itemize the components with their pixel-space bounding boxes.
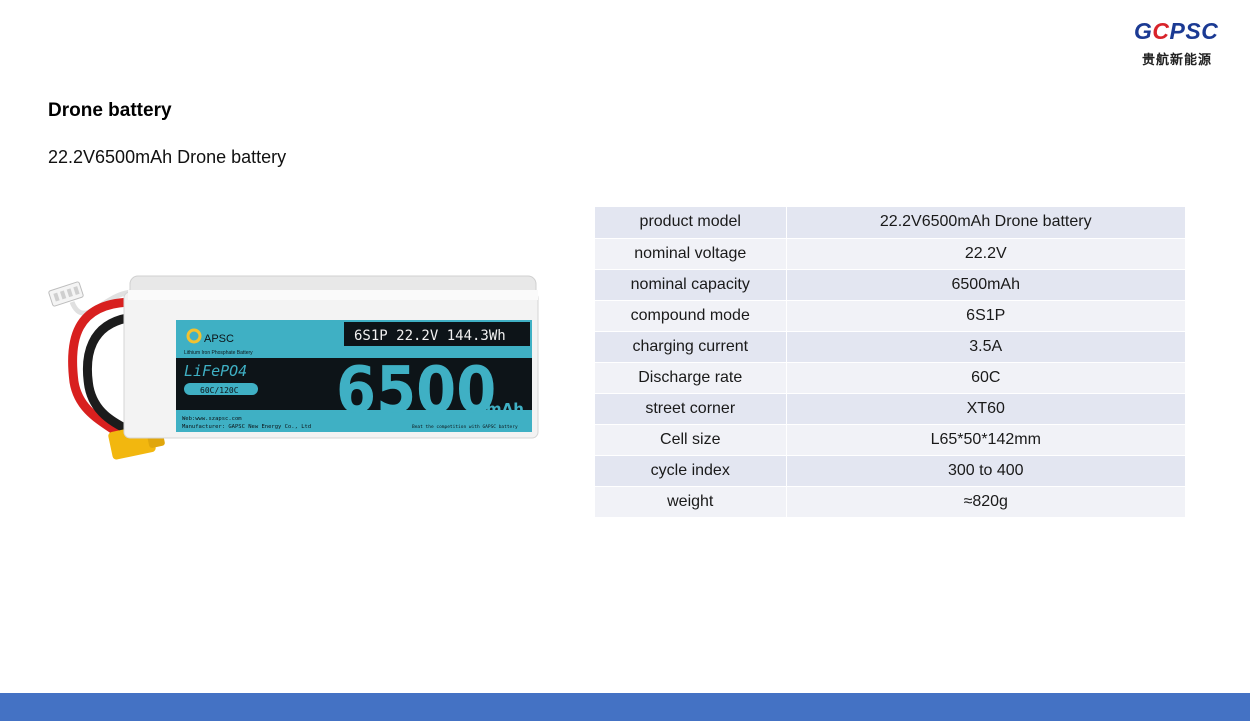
label-slogan: Beat the competition with GAPSC battery	[412, 424, 518, 430]
table-row: nominal voltage 22.2V	[595, 238, 1185, 270]
logo-mark: GCPSC	[1134, 18, 1219, 44]
spec-value: 300 to 400	[786, 455, 1185, 487]
spec-label: product model	[595, 207, 787, 239]
spec-label: compound mode	[595, 300, 787, 332]
spec-label: nominal voltage	[595, 238, 787, 270]
table-row: compound mode 6S1P	[595, 300, 1185, 332]
label-chemistry: LiFePO4	[184, 362, 247, 380]
table-row: Discharge rate 60C	[595, 362, 1185, 394]
spec-label: cycle index	[595, 455, 787, 487]
table-row: product model 22.2V6500mAh Drone battery	[595, 207, 1185, 239]
battery-product-image: APSC Lithium Iron Phosphate Battery 6S1P…	[44, 262, 544, 472]
table-row: weight ≈820g	[595, 486, 1185, 518]
table-row: charging current 3.5A	[595, 331, 1185, 363]
spec-value: XT60	[786, 393, 1185, 425]
label-unit: mAh	[486, 400, 524, 418]
table-row: cycle index 300 to 400	[595, 455, 1185, 487]
spec-label: Cell size	[595, 424, 787, 456]
spec-value: L65*50*142mm	[786, 424, 1185, 456]
spec-label: weight	[595, 486, 787, 518]
spec-value: 6S1P	[786, 300, 1185, 332]
spec-value: 6500mAh	[786, 269, 1185, 301]
spec-table: product model 22.2V6500mAh Drone battery …	[595, 207, 1185, 518]
spec-label: charging current	[595, 331, 787, 363]
spec-value: 3.5A	[786, 331, 1185, 363]
spec-value: 22.2V6500mAh Drone battery	[786, 207, 1185, 239]
footer-bar	[0, 693, 1250, 721]
page-title: Drone battery	[48, 100, 172, 121]
label-web: Web:www.szapsc.com	[182, 416, 242, 422]
logo-subtitle: 贵航新能源	[1142, 53, 1213, 68]
spec-label: Discharge rate	[595, 362, 787, 394]
balance-connector	[48, 281, 84, 307]
page-subtitle: 22.2V6500mAh Drone battery	[48, 147, 287, 167]
label-brand: APSC	[204, 333, 234, 345]
spec-value: ≈820g	[786, 486, 1185, 518]
spec-value: 60C	[786, 362, 1185, 394]
table-row: Cell size L65*50*142mm	[595, 424, 1185, 456]
label-chemistry-line: Lithium Iron Phosphate Battery	[184, 350, 253, 356]
battery-illustration: APSC Lithium Iron Phosphate Battery 6S1P…	[48, 275, 539, 460]
spec-value: 22.2V	[786, 238, 1185, 270]
label-manufacturer: Manufacturer: GAPSC New Energy Co., Ltd	[182, 424, 311, 430]
label-capacity: 6500	[336, 354, 496, 428]
spec-label: street corner	[595, 393, 787, 425]
label-config: 6S1P 22.2V 144.3Wh	[354, 328, 506, 344]
label-rate: 60C/120C	[200, 386, 239, 395]
table-row: street corner XT60	[595, 393, 1185, 425]
spec-label: nominal capacity	[595, 269, 787, 301]
table-row: nominal capacity 6500mAh	[595, 269, 1185, 301]
company-logo: GCPSC 贵航新能源	[1128, 14, 1232, 70]
